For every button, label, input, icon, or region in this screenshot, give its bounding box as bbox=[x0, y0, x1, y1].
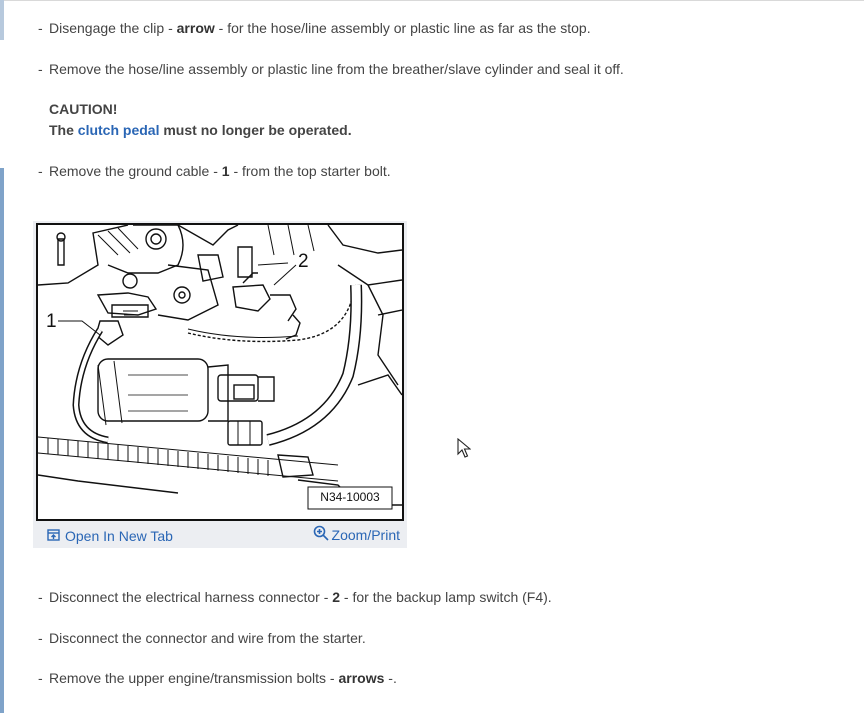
starter-illustration bbox=[38, 225, 402, 510]
figure-illustration[interactable]: 1 2 N34-10003 bbox=[36, 223, 404, 521]
step-text: - from the top starter bolt. bbox=[229, 163, 391, 179]
caution-post: must no longer be operated. bbox=[159, 122, 352, 138]
step-text: Remove the hose/line assembly or plastic… bbox=[49, 61, 624, 77]
step-disconnect-starter: - Disconnect the connector and wire from … bbox=[38, 629, 366, 647]
step-remove-ground-cable: - Remove the ground cable - 1 - from the … bbox=[38, 162, 391, 180]
step-dash: - bbox=[38, 163, 43, 179]
step-bold: arrow bbox=[176, 20, 215, 36]
step-text: Disengage the clip - bbox=[49, 20, 177, 36]
procedure-content: - Disengage the clip - arrow - for the ho… bbox=[0, 0, 864, 713]
step-dash: - bbox=[38, 61, 43, 77]
clutch-pedal-link[interactable]: clutch pedal bbox=[78, 122, 160, 138]
step-text: Remove the ground cable - bbox=[49, 163, 222, 179]
caution-text: The clutch pedal must no longer be opera… bbox=[49, 121, 352, 139]
step-dash: - bbox=[38, 670, 43, 686]
step-text: Disconnect the connector and wire from t… bbox=[49, 630, 366, 646]
step-text: -. bbox=[384, 670, 397, 686]
step-dash: - bbox=[38, 589, 43, 605]
caution-pre: The bbox=[49, 122, 78, 138]
new-tab-icon bbox=[47, 528, 60, 544]
step-dash: - bbox=[38, 630, 43, 646]
open-in-new-tab-link[interactable]: Open In New Tab bbox=[47, 528, 173, 544]
step-disengage-clip: - Disengage the clip - arrow - for the ho… bbox=[38, 19, 591, 37]
step-remove-bolts: - Remove the upper engine/transmission bo… bbox=[38, 669, 397, 687]
step-text: Remove the upper engine/transmission bol… bbox=[49, 670, 339, 686]
step-dash: - bbox=[38, 20, 43, 36]
figure-card: 1 2 N34-10003 Open In New Tab Zoom/Print bbox=[33, 221, 407, 548]
figure-actions: Open In New Tab Zoom/Print bbox=[33, 524, 407, 548]
step-text: - for the backup lamp switch (F4). bbox=[340, 589, 552, 605]
zoom-print-label: Zoom/Print bbox=[331, 526, 400, 543]
mouse-cursor-icon bbox=[457, 437, 472, 463]
callout-2: 2 bbox=[298, 251, 309, 272]
zoom-print-link[interactable]: Zoom/Print bbox=[313, 525, 400, 544]
open-in-new-tab-label: Open In New Tab bbox=[65, 528, 173, 544]
step-bold: 2 bbox=[332, 589, 341, 605]
step-text: Disconnect the electrical harness connec… bbox=[49, 589, 333, 605]
step-bold: arrows bbox=[338, 670, 385, 686]
step-remove-hose: - Remove the hose/line assembly or plasti… bbox=[38, 60, 624, 78]
step-bold: 1 bbox=[221, 163, 230, 179]
caution-title: CAUTION! bbox=[49, 101, 118, 117]
figure-reference: N34-10003 bbox=[320, 490, 380, 504]
step-disconnect-harness: - Disconnect the electrical harness conne… bbox=[38, 588, 552, 606]
zoom-icon bbox=[313, 525, 329, 544]
callout-1: 1 bbox=[46, 311, 57, 332]
step-text: - for the hose/line assembly or plastic … bbox=[214, 20, 591, 36]
